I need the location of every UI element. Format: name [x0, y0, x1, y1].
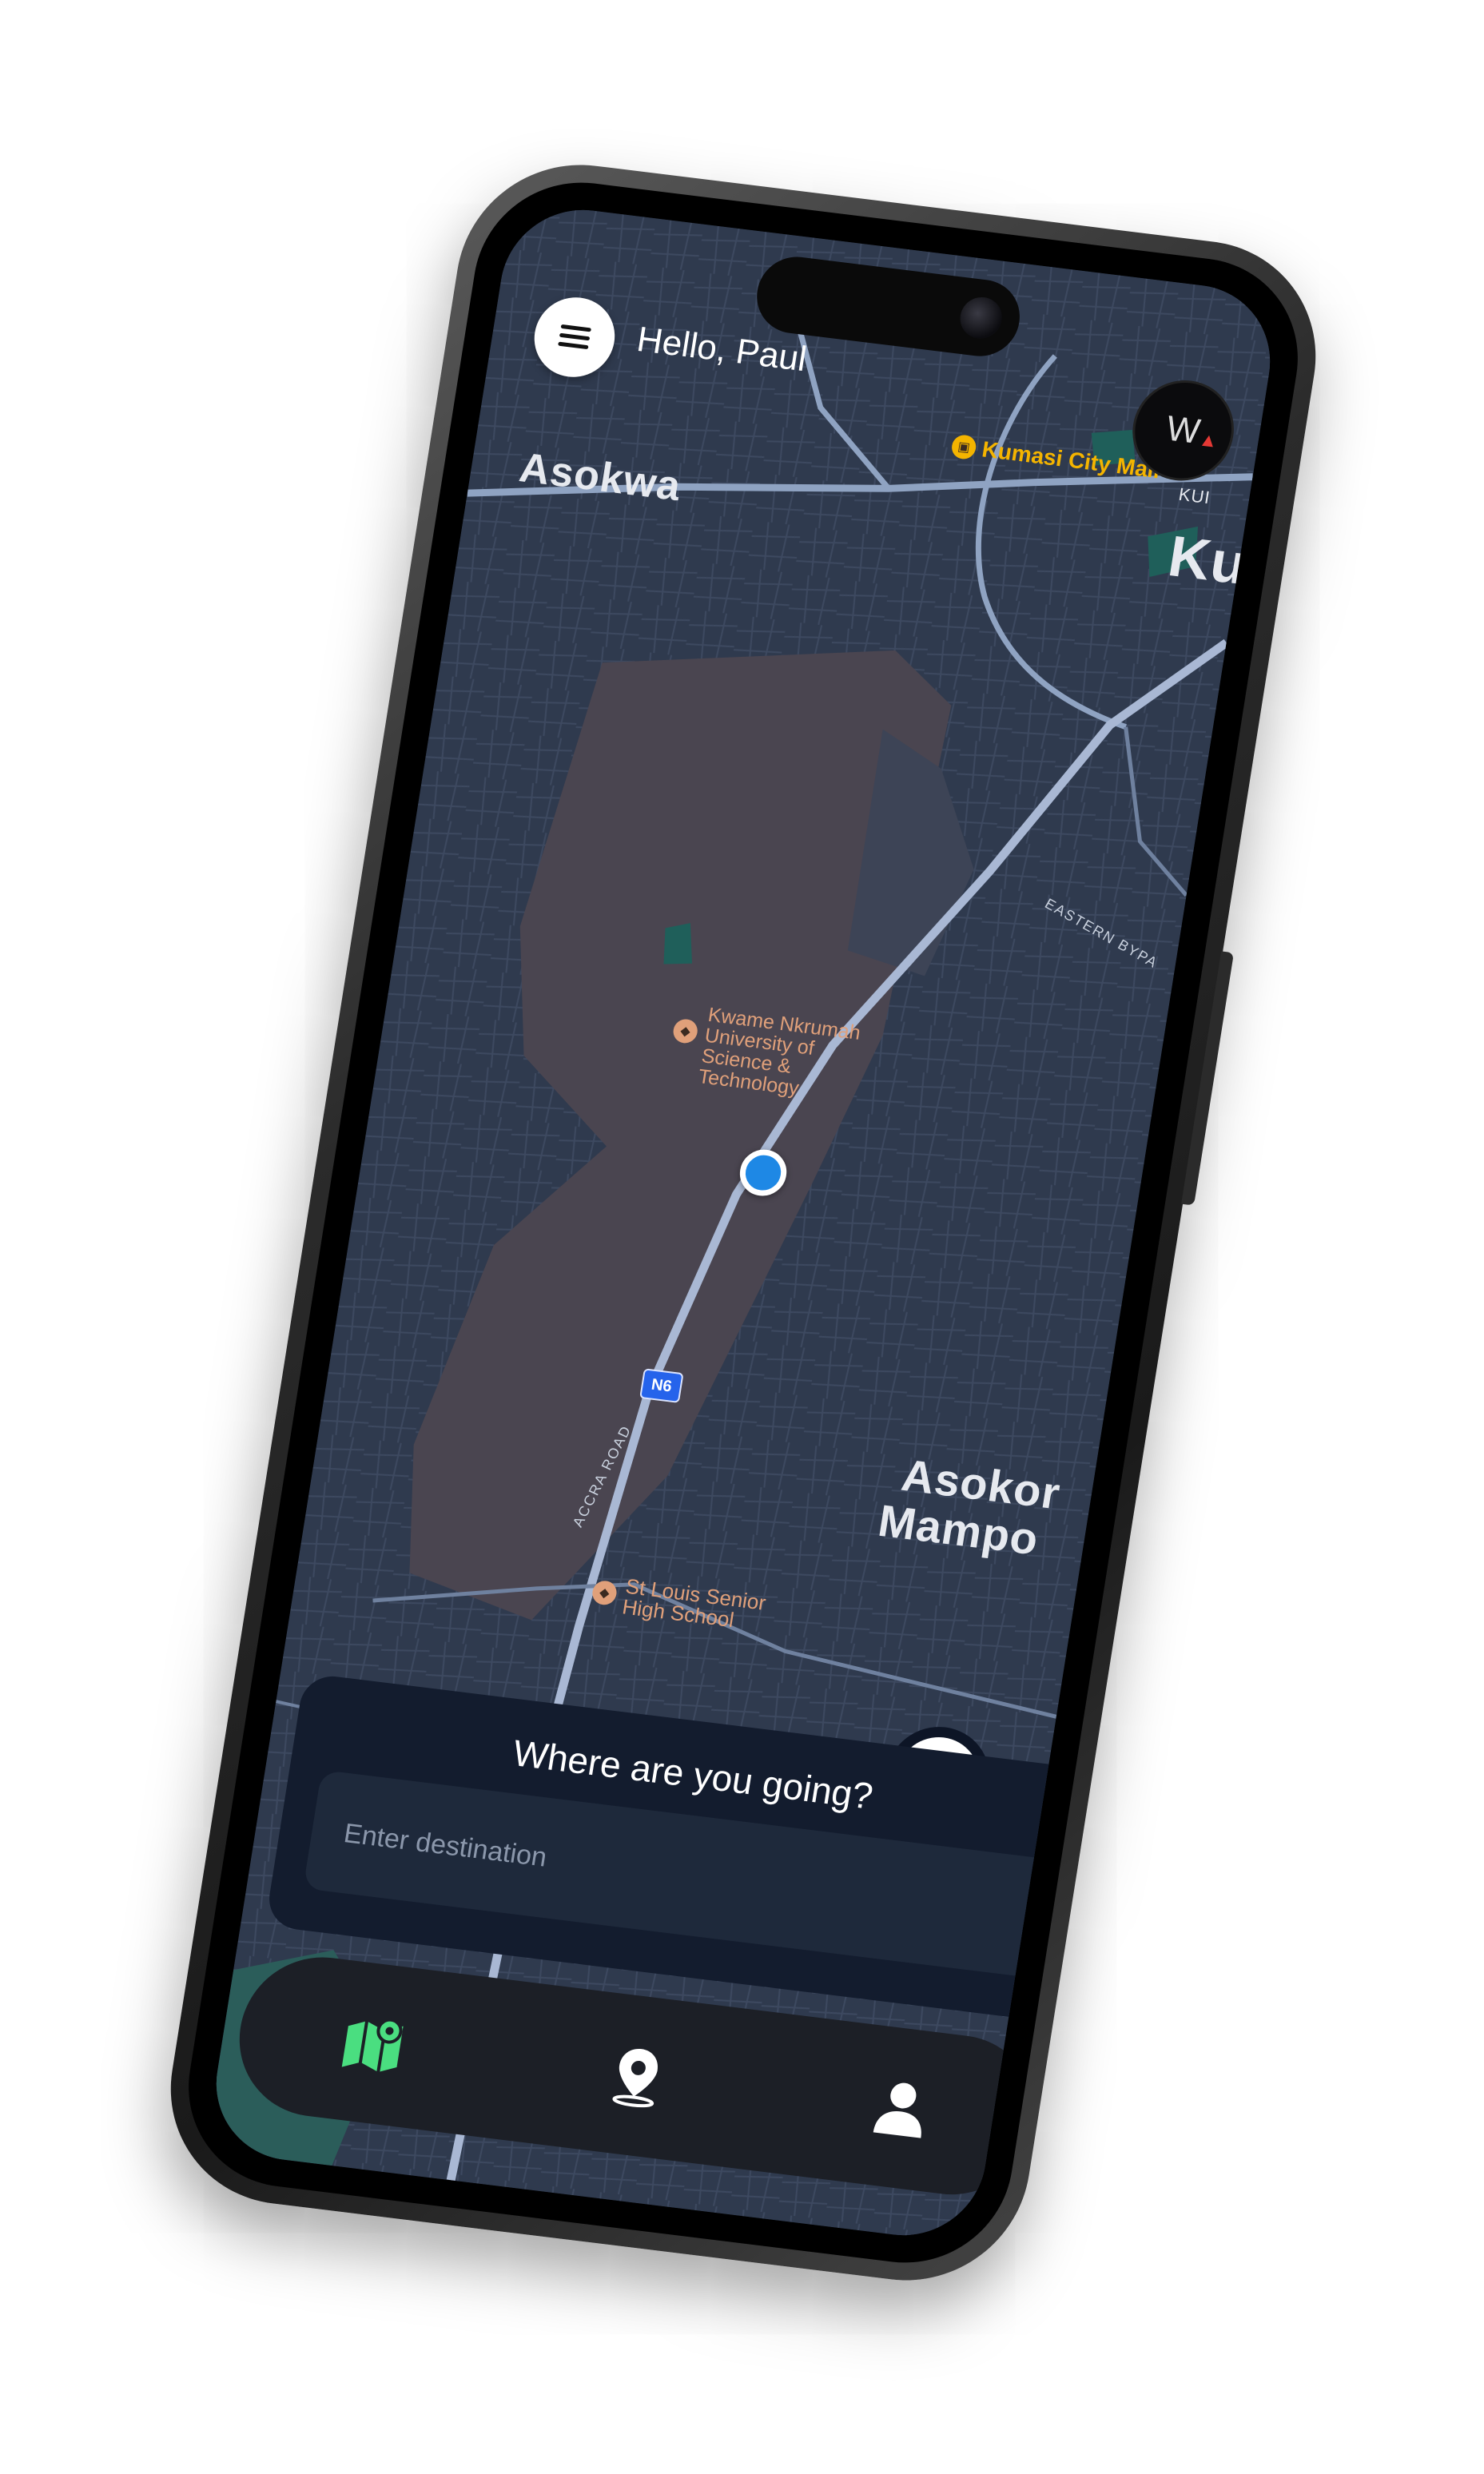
app-screen: Asokwa Ku KUI Asokor Mampo ▣ Kumasi City… [205, 201, 1282, 2245]
nav-profile[interactable] [860, 2068, 942, 2148]
map-icon [341, 2018, 404, 2072]
place-label-kumasi-small: KUI [1177, 483, 1212, 508]
camera-icon [957, 294, 1005, 341]
phone-mockup: Asokwa Ku KUI Asokor Mampo ▣ Kumasi City… [153, 151, 1333, 2294]
location-pin-icon [612, 2049, 658, 2108]
compass-needle-icon [1201, 434, 1215, 447]
nav-places[interactable] [596, 2036, 678, 2116]
user-icon [873, 2082, 922, 2138]
road-shield-n6: N6 [639, 1368, 684, 1403]
nav-map[interactable] [332, 2003, 414, 2083]
compass-letter: W [1164, 408, 1204, 451]
hamburger-icon [558, 324, 592, 350]
